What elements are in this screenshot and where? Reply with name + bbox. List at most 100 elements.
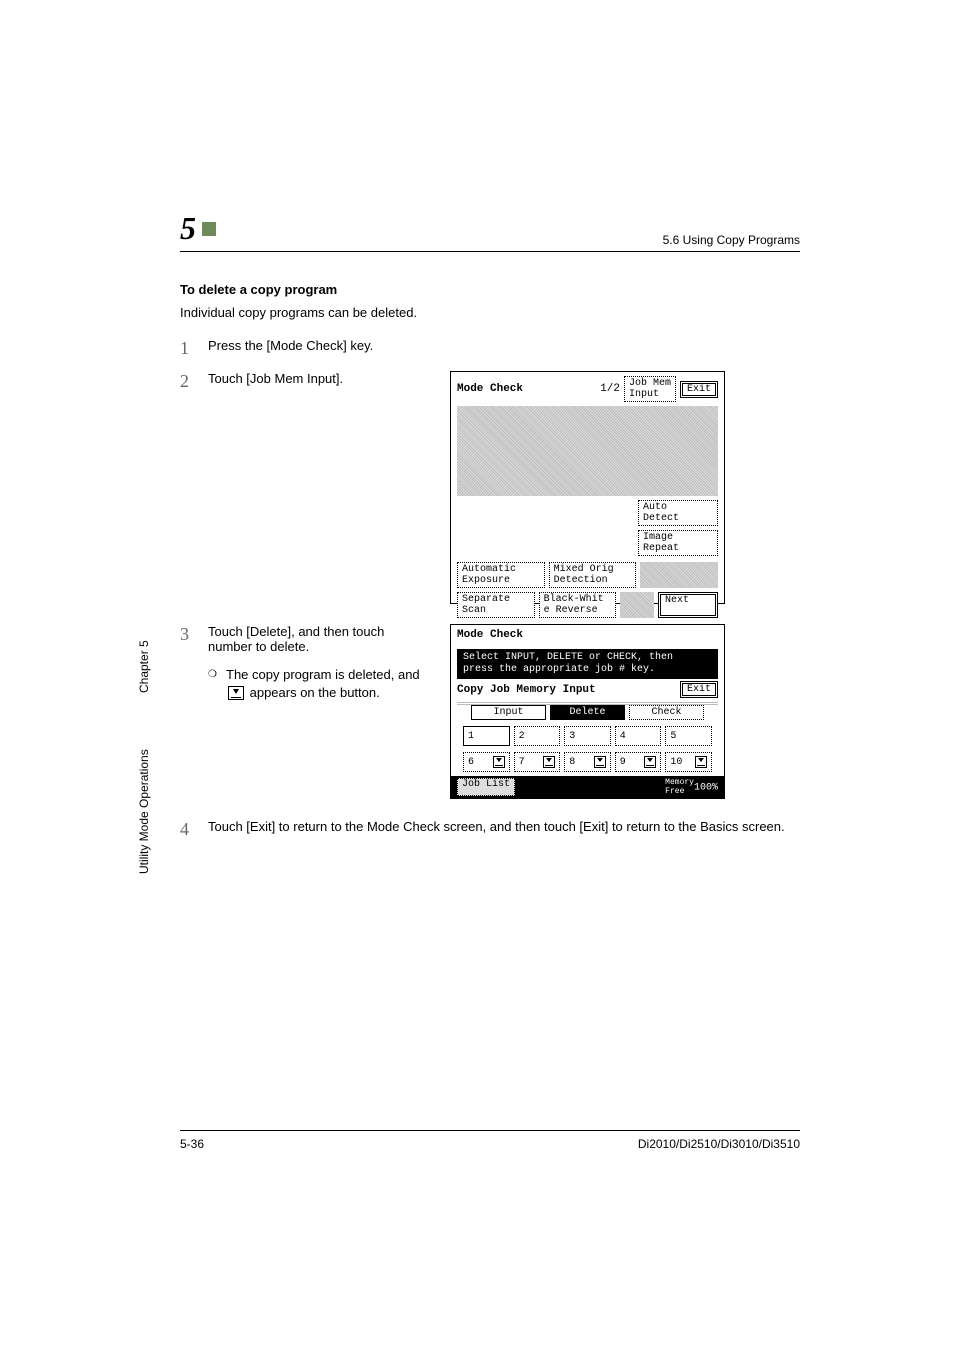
- job-list-button[interactable]: Job List: [457, 778, 515, 796]
- job-slot-1[interactable]: 1: [463, 726, 510, 746]
- msg-line2: press the appropriate job # key.: [463, 664, 712, 676]
- automatic-exposure-button[interactable]: Automatic Exposure: [457, 562, 545, 588]
- delete-tab[interactable]: Delete: [550, 705, 625, 720]
- slot-label: 5: [670, 731, 676, 742]
- slot-label: 4: [620, 731, 626, 742]
- screen1-page-indicator: 1/2: [600, 383, 620, 395]
- screen2-sub-row: Copy Job Memory Input Exit: [457, 681, 718, 698]
- side-chapter-label: Chapter 5: [130, 632, 158, 702]
- slot-label: 9: [620, 757, 626, 768]
- screen1-body-area: [457, 406, 718, 496]
- job-slot-7[interactable]: 7: [514, 752, 561, 772]
- screen1-row-b: Separate Scan Black-Whit e Reverse Next: [457, 592, 718, 618]
- slot-label: 10: [670, 757, 682, 768]
- screen2-title: Mode Check: [457, 629, 523, 641]
- screen2-titlebar: Mode Check: [451, 625, 724, 645]
- memory-value: 100%: [694, 783, 718, 794]
- side-operations-label: Utility Mode Operations: [130, 712, 158, 912]
- step-3-bullet-text: The copy program is deleted, and appears…: [226, 666, 430, 701]
- page: Chapter 5 Utility Mode Operations 5 5.6 …: [0, 0, 954, 1351]
- screen2-row2: 6 7 8 9 10: [463, 752, 712, 772]
- section-title: To delete a copy program: [180, 282, 800, 297]
- slot-label: 8: [569, 757, 575, 768]
- exit-button[interactable]: Exit: [680, 381, 718, 398]
- screen2-sub-label: Copy Job Memory Input: [457, 684, 596, 696]
- download-icon: [543, 756, 555, 768]
- job-slot-4[interactable]: 4: [615, 726, 662, 746]
- step-3-left: 3 Touch [Delete], and then touch number …: [180, 624, 430, 701]
- bullet-post: appears on the button.: [246, 685, 380, 700]
- step-2: 2 Touch [Job Mem Input].: [180, 371, 430, 392]
- chapter-marker-icon: [202, 222, 216, 236]
- side-operations: Utility Mode Operations: [130, 712, 158, 912]
- step-2-number: 2: [180, 371, 208, 392]
- step-3-text: Touch [Delete], and then touch number to…: [208, 624, 430, 654]
- download-icon: [594, 756, 606, 768]
- slot-label: 2: [519, 731, 525, 742]
- step-1-number: 1: [180, 338, 208, 359]
- job-slot-2[interactable]: 2: [514, 726, 561, 746]
- step-2-block: 2 Touch [Job Mem Input]. Mode Check 1/2 …: [180, 371, 800, 604]
- screen1-row-a: Automatic Exposure Mixed Orig Detection: [457, 562, 718, 588]
- separate-scan-button[interactable]: Separate Scan: [457, 592, 535, 618]
- check-tab[interactable]: Check: [629, 705, 704, 720]
- download-icon: [493, 756, 505, 768]
- job-memory-screen: Mode Check Select INPUT, DELETE or CHECK…: [450, 624, 725, 799]
- screen2-status-bar: Job List Memory Free100%: [451, 776, 724, 798]
- download-icon: [695, 756, 707, 768]
- step-3-block: 3 Touch [Delete], and then touch number …: [180, 624, 800, 799]
- footer-page: 5-36: [180, 1137, 204, 1151]
- step-3: 3 Touch [Delete], and then touch number …: [180, 624, 430, 654]
- screen2-message: Select INPUT, DELETE or CHECK, then pres…: [457, 649, 718, 679]
- chapter-number: 5: [180, 210, 196, 247]
- memory-indicator: Memory Free100%: [665, 778, 718, 796]
- filler2: [620, 592, 654, 618]
- screen2-exit-button[interactable]: Exit: [680, 681, 718, 698]
- download-icon: [228, 686, 244, 700]
- step-2-text: Touch [Job Mem Input].: [208, 371, 430, 386]
- screen2-tabs: Input Delete Check: [471, 705, 704, 720]
- intro-text: Individual copy programs can be deleted.: [180, 305, 800, 320]
- screen2-row1: 1 2 3 4 5: [463, 726, 712, 746]
- page-footer: 5-36 Di2010/Di2510/Di3010/Di3510: [180, 1130, 800, 1151]
- input-tab[interactable]: Input: [471, 705, 546, 720]
- job-slot-5[interactable]: 5: [665, 726, 712, 746]
- job-slot-10[interactable]: 10: [665, 752, 712, 772]
- screen1-mid-buttons: Auto Detect Image Repeat: [457, 500, 718, 556]
- mode-check-screen: Mode Check 1/2 Job Mem Input Exit Auto D…: [450, 371, 725, 604]
- screen1-titlebar: Mode Check 1/2 Job Mem Input Exit: [451, 372, 724, 406]
- slot-label: 6: [468, 757, 474, 768]
- job-slot-8[interactable]: 8: [564, 752, 611, 772]
- job-slot-9[interactable]: 9: [615, 752, 662, 772]
- bullet-pre: The copy program is deleted, and: [226, 667, 420, 682]
- slot-label: 3: [569, 731, 575, 742]
- running-head: 5.6 Using Copy Programs: [663, 233, 800, 247]
- step-2-left: 2 Touch [Job Mem Input].: [180, 371, 430, 404]
- job-slot-6[interactable]: 6: [463, 752, 510, 772]
- job-mem-input-button[interactable]: Job Mem Input: [624, 376, 676, 402]
- bullet-icon: ❍: [208, 666, 226, 680]
- next-button[interactable]: Next: [658, 592, 718, 618]
- job-slot-3[interactable]: 3: [564, 726, 611, 746]
- black-white-button[interactable]: Black-Whit e Reverse: [539, 592, 617, 618]
- slot-label: 7: [519, 757, 525, 768]
- memory-label: Memory Free: [665, 778, 694, 796]
- auto-detect-button[interactable]: Auto Detect: [638, 500, 718, 526]
- mixed-orig-button[interactable]: Mixed Orig Detection: [549, 562, 637, 588]
- screen1-title: Mode Check: [457, 383, 523, 395]
- step-1-text: Press the [Mode Check] key.: [208, 338, 800, 353]
- page-header: 5 5.6 Using Copy Programs: [180, 210, 800, 252]
- msg-line1: Select INPUT, DELETE or CHECK, then: [463, 652, 712, 664]
- step-4-text: Touch [Exit] to return to the Mode Check…: [208, 819, 800, 834]
- step-3-bullet: ❍ The copy program is deleted, and appea…: [208, 666, 430, 701]
- side-tab: Chapter 5 Utility Mode Operations: [130, 632, 158, 912]
- side-chapter: Chapter 5: [130, 632, 158, 702]
- filler: [640, 562, 718, 588]
- footer-models: Di2010/Di2510/Di3010/Di3510: [638, 1137, 800, 1151]
- step-3-number: 3: [180, 624, 208, 645]
- chapter-number-box: 5: [180, 210, 216, 247]
- step-4-number: 4: [180, 819, 208, 840]
- step-4: 4 Touch [Exit] to return to the Mode Che…: [180, 819, 800, 840]
- download-icon: [644, 756, 656, 768]
- image-repeat-button[interactable]: Image Repeat: [638, 530, 718, 556]
